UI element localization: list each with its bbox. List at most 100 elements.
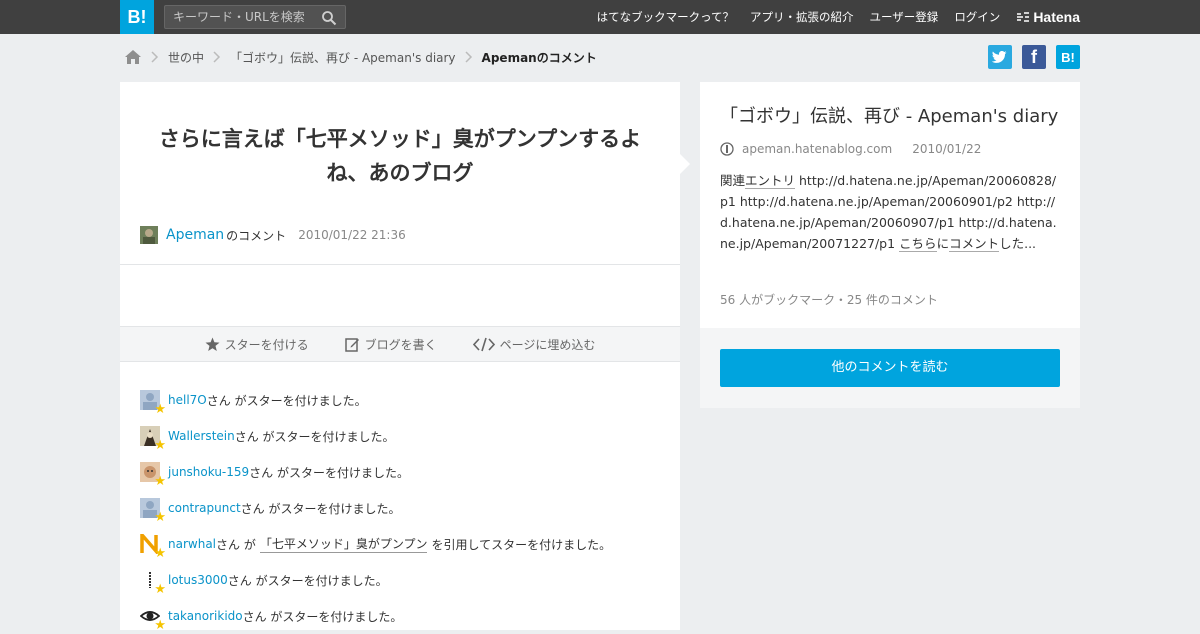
- top-nav: はてなブックマークって？ アプリ・拡張の紹介 ユーザー登録 ログイン Haten…: [581, 0, 1080, 34]
- entry-date: 2010/01/22: [912, 142, 982, 156]
- write-blog-label: ブログを書く: [364, 337, 437, 352]
- star-user-link[interactable]: narwhal: [168, 537, 216, 551]
- star-list: ★ hell7O さん がスターを付けました。 ★ Wallerstein さん…: [139, 382, 670, 634]
- hatena-mark-icon: [1017, 12, 1030, 22]
- avatar[interactable]: ★: [139, 606, 166, 632]
- entry-panel-footer: 他のコメントを読む: [700, 328, 1080, 408]
- list-item: ★ narwhal さん が 「七平メソッド」臭がプンプン を引用してスターを付…: [140, 526, 670, 562]
- list-item: ★ Wallerstein さん がスターを付けました。: [140, 418, 670, 454]
- read-other-comments-button[interactable]: 他のコメントを読む: [720, 349, 1060, 387]
- quoted-text[interactable]: 「七平メソッド」臭がプンプン: [259, 535, 428, 553]
- avatar[interactable]: ★: [140, 498, 166, 524]
- star-text: さん がスターを付けました。: [206, 393, 367, 408]
- write-blog-button[interactable]: ブログを書く: [344, 336, 437, 353]
- add-star-button[interactable]: スターを付ける: [205, 336, 309, 353]
- edit-icon: [344, 337, 359, 352]
- entry-stats: 56 人がブックマーク・25 件のコメント: [720, 293, 938, 307]
- hatena-bookmark-logo[interactable]: B!: [120, 0, 154, 34]
- embed-label: ページに埋め込む: [499, 337, 596, 352]
- summary-text: した...: [999, 236, 1037, 251]
- nav-apps[interactable]: アプリ・拡張の紹介: [750, 9, 854, 25]
- keyword-link[interactable]: コメント: [949, 236, 1000, 252]
- summary-text: に: [936, 236, 950, 251]
- star-icon: [205, 337, 220, 351]
- star-text: さん がスターを付けました。: [234, 429, 395, 444]
- star-user-link[interactable]: contrapunct: [168, 501, 241, 515]
- star-text: さん がスターを付けました。: [227, 573, 388, 588]
- star-icon: ★: [154, 618, 166, 633]
- top-bar: B! はてなブックマークって？ アプリ・拡張の紹介 ユーザー登録 ログイン Ha…: [0, 0, 1200, 34]
- commenter-info: Apeman のコメント 2010/01/22 21:36: [140, 226, 406, 244]
- comment-datetime: 2010/01/22 21:36: [298, 228, 406, 242]
- avatar[interactable]: ★: [140, 570, 166, 596]
- star-icon: ★: [154, 582, 166, 597]
- chevron-right-icon: [213, 51, 221, 63]
- nav-about[interactable]: はてなブックマークって？: [597, 9, 734, 25]
- entry-site-link[interactable]: apeman.hatenablog.com: [742, 142, 892, 156]
- star-icon: ★: [154, 510, 166, 525]
- star-icon: ★: [154, 474, 166, 489]
- star-icon: ★: [154, 402, 166, 417]
- search-input[interactable]: [173, 9, 313, 25]
- breadcrumb-category[interactable]: 世の中: [168, 49, 204, 66]
- divider: [120, 264, 680, 265]
- list-item: ★ lotus3000 さん がスターを付けました。: [140, 562, 670, 598]
- home-icon[interactable]: [124, 49, 142, 65]
- add-star-label: スターを付ける: [224, 337, 309, 352]
- nav-login[interactable]: ログイン: [954, 9, 1000, 25]
- list-item: ★ junshoku-159 さん がスターを付けました。: [140, 454, 670, 490]
- star-text: さん がスターを付けました。: [240, 501, 401, 516]
- action-bar: スターを付ける ブログを書く ページに埋め込む: [120, 326, 680, 362]
- avatar[interactable]: ★: [140, 426, 166, 452]
- star-text-suffix: を引用してスターを付けました。: [431, 537, 612, 552]
- star-text: さん がスターを付けました。: [242, 609, 403, 624]
- entry-title-link[interactable]: 「ゴボウ」伝説、再び - Apeman's diary: [720, 102, 1058, 128]
- hatena-logo[interactable]: Hatena: [1016, 9, 1080, 25]
- comment-user-link[interactable]: Apeman: [166, 227, 224, 243]
- search-box[interactable]: [164, 5, 346, 29]
- list-item: ★ takanorikido さん がスターを付けました。: [139, 598, 670, 634]
- twitter-share-button[interactable]: [988, 45, 1012, 69]
- entry-meta: apeman.hatenablog.com 2010/01/22: [720, 142, 981, 156]
- code-icon: [472, 337, 495, 351]
- comment-text: さらに言えば「七平メソッド」臭がプンプンするよね、あのブログ: [158, 127, 642, 185]
- share-buttons: f B!: [978, 45, 1080, 69]
- star-user-link[interactable]: Wallerstein: [168, 429, 235, 443]
- star-icon: ★: [154, 546, 166, 561]
- site-favicon-icon: [720, 142, 734, 156]
- breadcrumb-entry[interactable]: 「ゴボウ」伝説、再び - Apeman's diary: [230, 49, 456, 66]
- hatena-b-icon: B!: [1061, 49, 1075, 65]
- panel-notch: [680, 154, 690, 174]
- comment-panel: さらに言えば「七平メソッド」臭がプンプンするよね、あのブログ Apeman のコ…: [120, 82, 680, 632]
- summary-text: 関連: [720, 173, 746, 188]
- star-user-link[interactable]: takanorikido: [168, 609, 243, 623]
- avatar[interactable]: ★: [140, 390, 166, 416]
- star-icon: ★: [154, 438, 166, 453]
- avatar[interactable]: ★: [140, 462, 166, 488]
- embed-button[interactable]: ページに埋め込む: [472, 336, 596, 353]
- keyword-link[interactable]: エントリ: [745, 173, 796, 189]
- twitter-icon: [992, 51, 1007, 63]
- star-user-link[interactable]: junshoku-159: [168, 465, 249, 479]
- avatar[interactable]: [140, 226, 158, 244]
- chevron-right-icon: [465, 51, 472, 63]
- avatar[interactable]: ★: [140, 530, 166, 560]
- hatena-brand: Hatena: [1033, 9, 1080, 25]
- nav-register[interactable]: ユーザー登録: [870, 9, 939, 25]
- breadcrumb: 世の中 「ゴボウ」伝説、再び - Apeman's diary Apemanのコ…: [124, 46, 597, 68]
- facebook-share-button[interactable]: f: [1022, 45, 1046, 69]
- list-item: ★ hell7O さん がスターを付けました。: [140, 382, 670, 418]
- keyword-link[interactable]: こちら: [899, 236, 937, 252]
- list-item: ★ contrapunct さん がスターを付けました。: [140, 490, 670, 526]
- star-user-link[interactable]: lotus3000: [168, 573, 228, 587]
- hatena-share-button[interactable]: B!: [1056, 45, 1080, 69]
- star-text: さん が: [216, 537, 256, 552]
- search-icon[interactable]: [321, 10, 337, 26]
- comment-label: のコメント: [226, 228, 287, 243]
- entry-panel: 「ゴボウ」伝説、再び - Apeman's diary apeman.haten…: [700, 82, 1080, 328]
- breadcrumb-current: Apemanのコメント: [481, 50, 597, 65]
- facebook-icon: f: [1031, 46, 1037, 67]
- star-user-link[interactable]: hell7O: [168, 393, 207, 407]
- chevron-right-icon: [151, 51, 159, 63]
- star-text: さん がスターを付けました。: [249, 465, 409, 480]
